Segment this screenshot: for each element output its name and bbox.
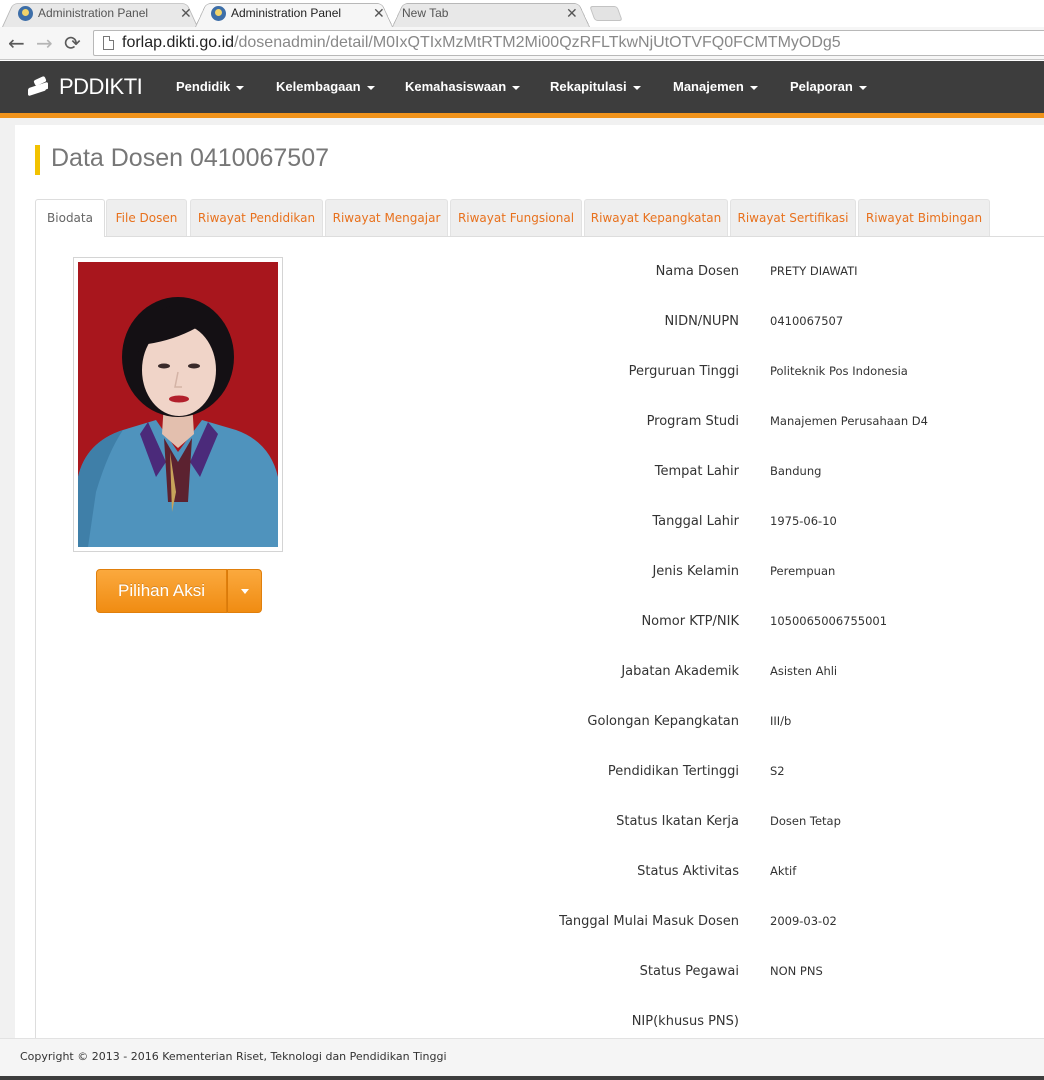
field-label: Jenis Kelamin [652, 564, 739, 579]
menu-label: Kemahasiswaan [405, 79, 507, 94]
new-tab-button[interactable] [589, 6, 623, 21]
url-text: forlap.dikti.go.id/dosenadmin/detail/M0I… [122, 33, 841, 53]
url-path: /dosenadmin/detail/M0IxQTIxMzMtRTM2Mi00Q… [234, 34, 841, 51]
field-value: 2009-03-02 [770, 914, 837, 928]
menu-label: Manajemen [673, 79, 744, 94]
tabs-divider [35, 236, 1044, 237]
site-favicon-icon [18, 6, 33, 21]
field-value: Dosen Tetap [770, 814, 841, 828]
close-tab-icon[interactable]: ✕ [373, 0, 385, 26]
browser-tab-title: New Tab [402, 6, 449, 20]
menu-rekapitulasi[interactable]: Rekapitulasi [550, 61, 641, 113]
field-value: 1050065006755001 [770, 614, 888, 628]
menu-kemahasiswaan[interactable]: Kemahasiswaan [405, 61, 521, 113]
close-tab-icon[interactable]: ✕ [566, 0, 578, 26]
field-label: Program Studi [646, 414, 739, 429]
close-tab-icon[interactable]: ✕ [180, 0, 192, 26]
field-value: 1975-06-10 [770, 514, 837, 528]
lecturer-photo [78, 262, 278, 547]
field-value: Aktif [770, 864, 797, 878]
field-value: NON PNS [770, 964, 823, 978]
back-icon[interactable]: ← [8, 31, 25, 55]
action-button-group: Pilihan Aksi [96, 569, 262, 613]
title-accent-bar [35, 145, 40, 175]
menu-label: Rekapitulasi [550, 79, 627, 94]
menu-pendidik[interactable]: Pendidik [176, 61, 245, 113]
forward-icon[interactable]: → [36, 31, 53, 55]
menu-pelaporan[interactable]: Pelaporan [790, 61, 867, 113]
tab-panel-border [35, 237, 36, 1038]
menu-label: Pendidik [176, 79, 231, 94]
bottom-strip [0, 1076, 1044, 1080]
menu-manajemen[interactable]: Manajemen [673, 61, 758, 113]
field-label: Perguruan Tinggi [628, 364, 739, 379]
page-footer: Copyright © 2013 - 2016 Kementerian Rise… [0, 1038, 1044, 1076]
page-title: Data Dosen 0410067507 [51, 144, 330, 172]
lecturer-photo-frame [73, 257, 283, 552]
site-favicon-icon [211, 6, 226, 21]
field-value: 0410067507 [770, 314, 844, 328]
browser-tab-strip: Administration Panel ✕ Administration Pa… [0, 0, 1044, 28]
tab-file-dosen[interactable]: File Dosen [106, 199, 187, 236]
field-value: Manajemen Perusahaan D4 [770, 414, 928, 428]
field-label: NIDN/NUPN [664, 314, 739, 329]
browser-tab-3[interactable]: New Tab ✕ [392, 0, 590, 28]
tab-riwayat-bimbingan[interactable]: Riwayat Bimbingan [858, 199, 990, 236]
menu-kelembagaan[interactable]: Kelembagaan [276, 61, 375, 113]
caret-down-icon [512, 85, 521, 90]
field-value: Perempuan [770, 564, 836, 578]
address-bar[interactable]: forlap.dikti.go.id/dosenadmin/detail/M0I… [93, 30, 1044, 56]
brand-text: PDDIKTI [59, 74, 143, 99]
site-navbar: PDDIKTI Pendidik Kelembagaan Kemahasiswa… [0, 61, 1044, 113]
pilihan-aksi-button[interactable]: Pilihan Aksi [96, 569, 227, 613]
field-label: Jabatan Akademik [621, 664, 739, 679]
field-label: Tempat Lahir [654, 464, 739, 479]
url-host: forlap.dikti.go.id [122, 34, 235, 51]
browser-toolbar: ← → ⟳ forlap.dikti.go.id/dosenadmin/deta… [0, 27, 1044, 60]
caret-down-icon [749, 85, 758, 90]
caret-down-icon [366, 85, 375, 90]
tab-riwayat-sertifikasi[interactable]: Riwayat Sertifikasi [730, 199, 856, 236]
reload-icon[interactable]: ⟳ [64, 31, 81, 55]
tab-biodata[interactable]: Biodata [35, 199, 105, 237]
field-label: Nama Dosen [655, 264, 739, 279]
footer-copyright: Copyright © 2013 - 2016 Kementerian Rise… [20, 1050, 447, 1063]
field-label: Golongan Kepangkatan [587, 714, 739, 729]
caret-down-icon [858, 85, 867, 90]
tab-riwayat-kepangkatan[interactable]: Riwayat Kepangkatan [584, 199, 728, 236]
field-label: Nomor KTP/NIK [641, 614, 739, 629]
field-value: Asisten Ahli [770, 664, 838, 678]
browser-tab-2[interactable]: Administration Panel ✕ [195, 0, 393, 28]
caret-down-icon [632, 85, 641, 90]
field-label: Status Ikatan Kerja [616, 814, 739, 829]
field-label: Status Aktivitas [637, 864, 739, 879]
caret-down-icon [236, 85, 245, 90]
browser-tab-title: Administration Panel [38, 6, 149, 20]
field-value: III/b [770, 714, 792, 728]
pilihan-aksi-dropdown-toggle[interactable] [227, 569, 262, 613]
page-icon [103, 36, 114, 50]
browser-tab-title: Administration Panel [231, 6, 342, 20]
tab-riwayat-mengajar[interactable]: Riwayat Mengajar [325, 199, 448, 236]
browser-tab-1[interactable]: Administration Panel ✕ [2, 0, 198, 28]
field-label: Tanggal Mulai Masuk Dosen [559, 914, 739, 929]
tab-riwayat-fungsional[interactable]: Riwayat Fungsional [450, 199, 582, 236]
field-label: Pendidikan Tertinggi [607, 764, 739, 779]
field-value: S2 [770, 764, 785, 778]
tab-riwayat-pendidikan[interactable]: Riwayat Pendidikan [190, 199, 323, 236]
caret-down-icon [241, 589, 249, 594]
menu-label: Pelaporan [790, 79, 853, 94]
field-value: Bandung [770, 464, 822, 478]
menu-label: Kelembagaan [276, 79, 361, 94]
field-label: NIP(khusus PNS) [631, 1014, 739, 1029]
pddikti-logo-icon [28, 75, 52, 97]
field-label: Status Pegawai [639, 964, 739, 979]
brand-logo[interactable]: PDDIKTI [28, 74, 143, 99]
field-value: PRETY DIAWATI [770, 264, 858, 278]
field-value: Politeknik Pos Indonesia [770, 364, 908, 378]
field-label: Tanggal Lahir [652, 514, 739, 529]
